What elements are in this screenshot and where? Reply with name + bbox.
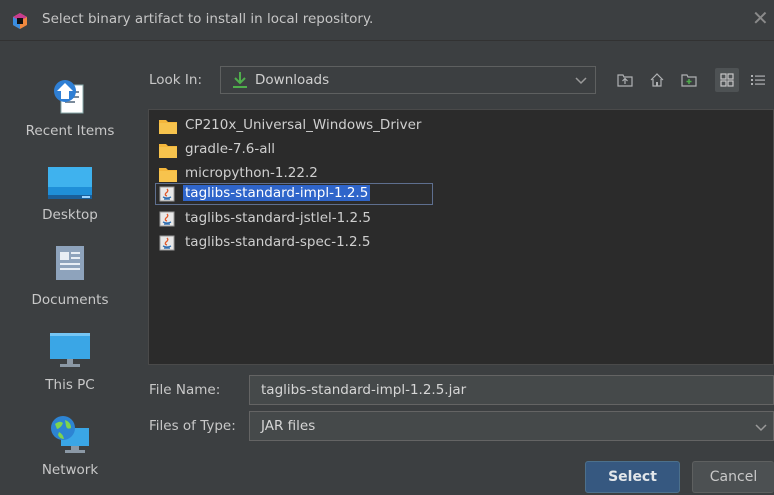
place-label: This PC — [45, 377, 95, 393]
place-desktop[interactable]: Desktop — [0, 151, 140, 236]
java-jar-icon — [159, 186, 175, 202]
list-item[interactable]: taglibs-standard-jstlel-1.2.5 — [155, 208, 575, 230]
look-in-label: Look In: — [149, 72, 202, 88]
folder-icon — [159, 144, 177, 158]
folder-icon — [159, 120, 177, 134]
look-in-combobox[interactable]: Downloads — [220, 66, 596, 94]
file-list[interactable]: CP210x_Universal_Windows_Driver gradle-7… — [148, 109, 774, 365]
network-globe-icon — [51, 416, 89, 453]
chevron-down-icon — [755, 424, 767, 432]
close-icon[interactable]: ✕ — [752, 8, 769, 28]
title-bar: Select binary artifact to install in loc… — [0, 0, 774, 41]
java-jar-icon — [159, 235, 175, 251]
monitor-icon — [50, 333, 90, 367]
list-view-icon — [720, 73, 734, 87]
place-documents[interactable]: Documents — [0, 236, 140, 321]
file-name: micropython-1.22.2 — [185, 165, 318, 181]
list-item[interactable]: gradle-7.6-all — [155, 139, 575, 161]
select-button[interactable]: Select — [585, 461, 680, 493]
place-recent-items[interactable]: Recent Items — [0, 41, 140, 151]
window-title: Select binary artifact to install in loc… — [42, 11, 374, 27]
recent-items-icon — [54, 80, 84, 114]
new-folder-button[interactable] — [677, 68, 701, 92]
home-button[interactable] — [645, 68, 669, 92]
intellij-app-icon — [13, 13, 27, 29]
file-type-select[interactable]: JAR files — [249, 411, 774, 441]
file-name-value: taglibs-standard-impl-1.2.5.jar — [261, 382, 467, 398]
place-this-pc[interactable]: This PC — [0, 321, 140, 406]
details-view-button[interactable] — [746, 68, 770, 92]
file-type-label: Files of Type: — [149, 418, 236, 434]
list-item[interactable]: taglibs-standard-spec-1.2.5 — [155, 232, 575, 254]
home-icon — [650, 73, 664, 87]
chevron-down-icon — [575, 77, 587, 85]
file-name: taglibs-standard-impl-1.2.5 — [183, 185, 371, 201]
file-name: gradle-7.6-all — [185, 141, 276, 157]
java-jar-icon — [159, 211, 175, 227]
look-in-value: Downloads — [255, 72, 330, 88]
file-name-input[interactable]: taglibs-standard-impl-1.2.5.jar — [249, 375, 774, 405]
list-item[interactable]: micropython-1.22.2 — [155, 163, 575, 185]
documents-icon — [56, 246, 84, 280]
list-view-button[interactable] — [715, 68, 739, 92]
desktop-icon — [48, 167, 92, 199]
new-folder-icon — [681, 74, 697, 87]
details-view-icon — [751, 75, 765, 85]
place-network[interactable]: Network — [0, 406, 140, 495]
download-arrow-icon — [233, 72, 247, 88]
list-item[interactable]: CP210x_Universal_Windows_Driver — [155, 115, 575, 137]
file-name-label: File Name: — [149, 382, 221, 398]
place-label: Recent Items — [25, 123, 115, 139]
cancel-button[interactable]: Cancel — [692, 461, 774, 493]
place-label: Desktop — [42, 207, 98, 223]
up-folder-button[interactable] — [613, 68, 637, 92]
file-type-value: JAR files — [261, 418, 316, 434]
place-label: Network — [41, 462, 99, 478]
file-name: taglibs-standard-jstlel-1.2.5 — [185, 210, 371, 226]
place-label: Documents — [31, 292, 109, 308]
folder-icon — [159, 168, 177, 182]
file-name: CP210x_Universal_Windows_Driver — [185, 117, 422, 133]
places-sidebar: Recent Items Desktop Documents This PC N… — [0, 41, 140, 495]
up-folder-icon — [617, 74, 633, 87]
list-item-selected[interactable]: taglibs-standard-impl-1.2.5 — [155, 183, 575, 205]
file-name: taglibs-standard-spec-1.2.5 — [185, 234, 371, 250]
